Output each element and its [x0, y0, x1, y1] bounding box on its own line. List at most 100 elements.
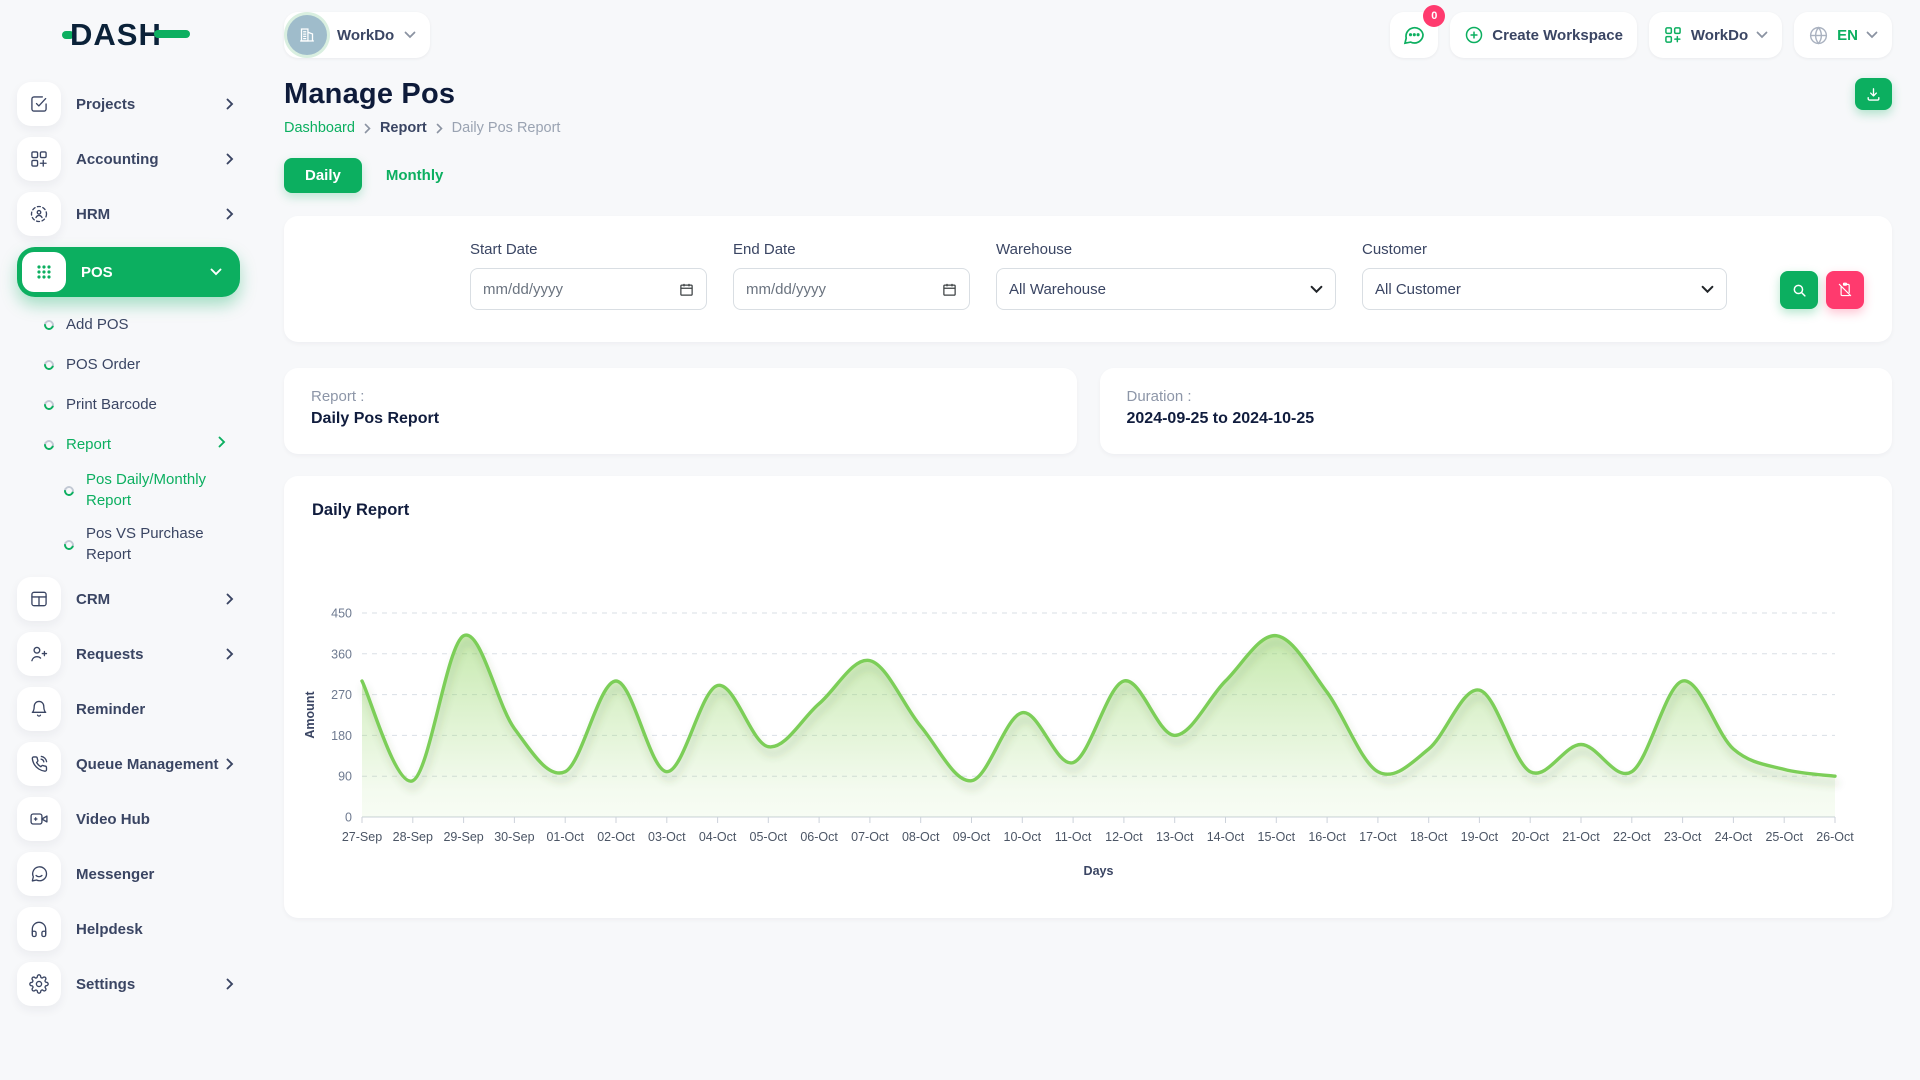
- sidebar-item-crm[interactable]: CRM: [17, 577, 240, 621]
- chevron-right-icon: [226, 153, 234, 165]
- calendar-icon: [679, 282, 694, 297]
- clipboard-off-icon: [1836, 281, 1854, 299]
- check-square-icon: [29, 94, 49, 114]
- warehouse-label: Warehouse: [996, 241, 1336, 258]
- report-label: Report :: [311, 388, 1050, 405]
- chevron-right-icon: [226, 208, 234, 220]
- sidebar-item-requests[interactable]: Requests: [17, 632, 240, 676]
- svg-text:180: 180: [331, 729, 352, 743]
- download-report-button[interactable]: [1855, 78, 1892, 110]
- sidebar-item-reminder[interactable]: Reminder: [17, 687, 240, 731]
- building-icon: [296, 24, 318, 46]
- workspace-name: WorkDo: [337, 27, 394, 44]
- svg-text:25-Oct: 25-Oct: [1765, 830, 1803, 844]
- svg-text:10-Oct: 10-Oct: [1004, 830, 1042, 844]
- reset-filter-button[interactable]: [1826, 271, 1864, 309]
- sidebar-item-pos-vs-purchase-report[interactable]: Pos VS Purchase Report: [17, 523, 240, 565]
- svg-text:05-Oct: 05-Oct: [750, 830, 788, 844]
- logo-accent-bar: [154, 30, 190, 38]
- search-button[interactable]: [1780, 271, 1818, 309]
- sidebar-item-print-barcode[interactable]: Print Barcode: [17, 389, 240, 419]
- sidebar-item-queue-management[interactable]: Queue Management: [17, 742, 240, 786]
- customer-select[interactable]: All Customer: [1362, 268, 1727, 310]
- logo-text: DASH: [70, 17, 162, 53]
- sidebar-item-report[interactable]: Report: [17, 429, 240, 459]
- svg-text:Days: Days: [1084, 864, 1114, 878]
- svg-text:02-Oct: 02-Oct: [597, 830, 635, 844]
- svg-text:29-Sep: 29-Sep: [443, 830, 483, 844]
- headphones-icon: [29, 919, 49, 939]
- breadcrumb-current: Daily Pos Report: [452, 120, 561, 136]
- svg-text:20-Oct: 20-Oct: [1511, 830, 1549, 844]
- sidebar: DASH Projects Accounting HRM POS Add POS…: [0, 0, 255, 1080]
- language-selector[interactable]: EN: [1794, 12, 1892, 58]
- sidebar-item-settings[interactable]: Settings: [17, 962, 240, 1006]
- chevron-right-icon: [226, 978, 234, 990]
- sidebar-nav: Projects Accounting HRM POS Add POS POS …: [0, 70, 255, 1006]
- chevron-right-icon: [436, 123, 443, 134]
- user-plus-icon: [29, 644, 49, 664]
- daily-report-chart: 09018027036045027-Sep28-Sep29-Sep30-Sep0…: [300, 593, 1860, 903]
- breadcrumb-report[interactable]: Report: [380, 120, 427, 136]
- start-date-input[interactable]: mm/dd/yyyy: [470, 268, 707, 310]
- svg-text:08-Oct: 08-Oct: [902, 830, 940, 844]
- chat-bubble-icon: [1402, 23, 1426, 47]
- chevron-right-icon: [226, 593, 234, 605]
- chevron-right-icon: [226, 758, 234, 770]
- grid-plus-icon: [29, 149, 49, 169]
- sidebar-item-projects[interactable]: Projects: [17, 82, 240, 126]
- sidebar-item-pos-order[interactable]: POS Order: [17, 349, 240, 379]
- tab-monthly[interactable]: Monthly: [372, 158, 458, 193]
- area-chart-svg: 09018027036045027-Sep28-Sep29-Sep30-Sep0…: [300, 593, 1860, 903]
- pill-icon-box: [22, 252, 66, 292]
- bullet-donut-icon: [62, 538, 76, 552]
- sidebar-item-video-hub[interactable]: Video Hub: [17, 797, 240, 841]
- sidebar-item-hrm[interactable]: HRM: [17, 192, 240, 236]
- language-code: EN: [1837, 27, 1858, 44]
- report-value: Daily Pos Report: [311, 410, 1050, 428]
- svg-text:27-Sep: 27-Sep: [342, 830, 382, 844]
- sidebar-item-helpdesk[interactable]: Helpdesk: [17, 907, 240, 951]
- sidebar-item-pos[interactable]: POS: [17, 247, 240, 297]
- main-content: Manage Pos Dashboard Report Daily Pos Re…: [255, 70, 1920, 918]
- chevron-right-icon: [226, 98, 234, 110]
- chart-title: Daily Report: [312, 501, 1864, 520]
- sidebar-item-add-pos[interactable]: Add POS: [17, 309, 240, 339]
- app-logo[interactable]: DASH: [0, 0, 255, 70]
- workspace-avatar: [287, 15, 327, 55]
- svg-text:270: 270: [331, 688, 352, 702]
- svg-text:12-Oct: 12-Oct: [1105, 830, 1143, 844]
- workspace-switcher[interactable]: WorkDo: [284, 12, 430, 58]
- workspace-menu-button[interactable]: WorkDo: [1649, 12, 1782, 58]
- svg-text:360: 360: [331, 647, 352, 661]
- sidebar-item-pos-daily-monthly-report[interactable]: Pos Daily/Monthly Report: [17, 469, 240, 511]
- gear-icon: [29, 974, 49, 994]
- svg-text:07-Oct: 07-Oct: [851, 830, 889, 844]
- sidebar-item-accounting[interactable]: Accounting: [17, 137, 240, 181]
- breadcrumb: Dashboard Report Daily Pos Report: [284, 120, 560, 136]
- svg-text:22-Oct: 22-Oct: [1613, 830, 1651, 844]
- messages-button[interactable]: 0: [1390, 12, 1438, 58]
- end-date-input[interactable]: mm/dd/yyyy: [733, 268, 970, 310]
- chevron-right-icon: [226, 648, 234, 660]
- dots-grid-icon: [34, 262, 54, 282]
- sidebar-item-messenger[interactable]: Messenger: [17, 852, 240, 896]
- svg-text:06-Oct: 06-Oct: [800, 830, 838, 844]
- svg-text:04-Oct: 04-Oct: [699, 830, 737, 844]
- page-title: Manage Pos: [284, 78, 560, 111]
- create-workspace-button[interactable]: Create Workspace: [1450, 12, 1637, 58]
- warehouse-select[interactable]: All Warehouse: [996, 268, 1336, 310]
- layout-icon: [29, 589, 49, 609]
- svg-text:01-Oct: 01-Oct: [546, 830, 584, 844]
- search-icon: [1791, 282, 1808, 299]
- svg-text:19-Oct: 19-Oct: [1461, 830, 1499, 844]
- svg-text:Amount: Amount: [303, 691, 317, 739]
- tab-daily[interactable]: Daily: [284, 158, 362, 193]
- download-icon: [1865, 86, 1882, 103]
- duration-summary-card: Duration : 2024-09-25 to 2024-10-25: [1100, 368, 1893, 454]
- bullet-donut-icon: [42, 318, 56, 332]
- phone-call-icon: [29, 754, 49, 774]
- calendar-icon: [942, 282, 957, 297]
- bullet-donut-icon: [42, 358, 56, 372]
- breadcrumb-dashboard[interactable]: Dashboard: [284, 120, 355, 136]
